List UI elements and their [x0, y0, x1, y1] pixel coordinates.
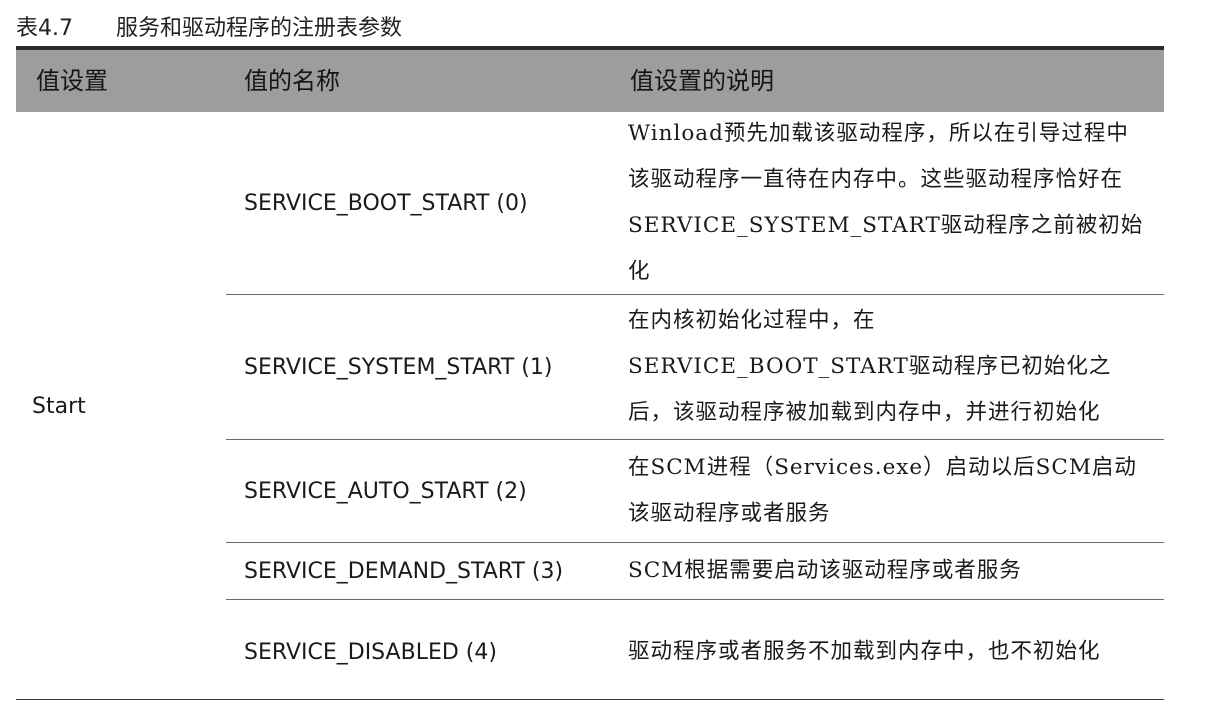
table-row: SERVICE_SYSTEM_START (1) 在内核初始化过程中，在SERV… — [226, 295, 1164, 440]
table-rows: SERVICE_BOOT_START (0) Winload预先加载该驱动程序，… — [226, 112, 1164, 704]
table-body: Start SERVICE_BOOT_START (0) Winload预先加载… — [16, 112, 1164, 700]
value-name-cell: SERVICE_DISABLED (4) — [244, 639, 497, 665]
table-caption: 表4.7 服务和驱动程序的注册表参数 — [16, 12, 402, 46]
header-value-setting: 值设置 — [36, 67, 108, 95]
header-value-description: 值设置的说明 — [630, 67, 774, 95]
value-name-cell: SERVICE_SYSTEM_START (1) — [244, 354, 553, 380]
header-value-name: 值的名称 — [244, 67, 340, 95]
table-row: SERVICE_BOOT_START (0) Winload预先加载该驱动程序，… — [226, 112, 1164, 295]
value-setting-label: Start — [32, 393, 86, 419]
description-cell: 在SCM进程（Services.exe）启动以后SCM启动该驱动程序或者服务 — [628, 455, 1137, 526]
table-row: SERVICE_AUTO_START (2) 在SCM进程（Services.e… — [226, 440, 1164, 543]
value-name-cell: SERVICE_BOOT_START (0) — [244, 190, 528, 216]
table-bottom-rule — [16, 699, 1164, 700]
description-cell: Winload预先加载该驱动程序，所以在引导过程中该驱动程序一直待在内存中。这些… — [628, 121, 1144, 284]
description-cell: 在内核初始化过程中，在SERVICE_BOOT_START驱动程序已初始化之后，… — [628, 308, 1112, 425]
table-row: SERVICE_DISABLED (4) 驱动程序或者服务不加载到内存中，也不初… — [226, 600, 1164, 704]
table-header: 值设置 值的名称 值设置的说明 — [16, 50, 1164, 112]
table-number: 表4.7 — [16, 16, 73, 41]
value-setting-cell: Start — [16, 112, 226, 700]
table-row: SERVICE_DEMAND_START (3) SCM根据需要启动该驱动程序或… — [226, 543, 1164, 600]
description-cell: SCM根据需要启动该驱动程序或者服务 — [628, 558, 1022, 583]
value-name-cell: SERVICE_AUTO_START (2) — [244, 478, 527, 504]
registry-parameters-table: 值设置 值的名称 值设置的说明 Start SERVICE_BOOT_START… — [16, 46, 1164, 700]
description-cell: 驱动程序或者服务不加载到内存中，也不初始化 — [628, 639, 1101, 664]
table-title: 服务和驱动程序的注册表参数 — [116, 16, 403, 41]
value-name-cell: SERVICE_DEMAND_START (3) — [244, 558, 564, 584]
